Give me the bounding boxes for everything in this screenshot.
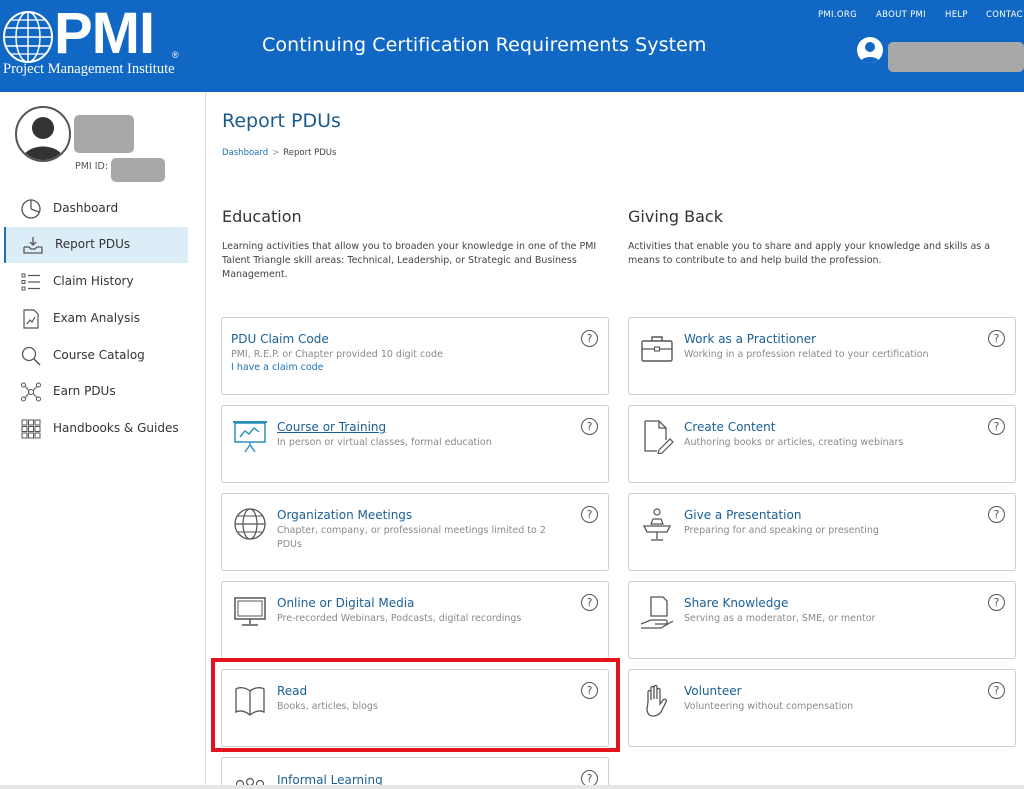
help-icon[interactable]: ? — [988, 682, 1005, 699]
top-nav-pmi-org[interactable]: PMI.ORG — [818, 10, 857, 20]
sidebar-item-earn-pdus[interactable]: Earn PDUs — [4, 374, 188, 410]
card-create-content[interactable]: Create Content Authoring books or articl… — [628, 405, 1016, 483]
sidebar: PMI ID: Dashboard Report PDUs Claim Hist… — [0, 92, 206, 789]
network-icon — [21, 382, 41, 402]
page-title: Report PDUs — [222, 110, 341, 132]
card-title: Create Content — [684, 420, 776, 434]
card-title: Give a Presentation — [684, 508, 802, 522]
logo-registered-mark: ® — [172, 50, 179, 60]
sidebar-item-handbooks-guides[interactable]: Handbooks & Guides — [4, 411, 188, 447]
globe-icon — [234, 508, 266, 540]
sidebar-item-label: Report PDUs — [55, 237, 131, 251]
sidebar-item-label: Earn PDUs — [53, 384, 116, 398]
card-description: Chapter, company, or professional meetin… — [277, 525, 546, 550]
sidebar-item-report-pdus[interactable]: Report PDUs — [4, 227, 188, 263]
document-chart-icon — [23, 309, 39, 329]
sidebar-item-claim-history[interactable]: Claim History — [4, 264, 188, 300]
help-icon[interactable]: ? — [988, 506, 1005, 523]
sidebar-item-label: Course Catalog — [53, 348, 145, 362]
card-description: Working in a profession related to your … — [684, 349, 929, 360]
podium-icon — [642, 508, 672, 541]
logo-subtitle: Project Management Institute — [3, 61, 175, 77]
app-header: PMI ® Project Management Institute Conti… — [0, 0, 1024, 92]
redacted-username — [888, 42, 1024, 72]
profile-avatar[interactable] — [15, 106, 71, 162]
card-share-knowledge[interactable]: Share Knowledge Serving as a moderator, … — [628, 581, 1016, 659]
magnifier-icon — [21, 346, 41, 366]
help-icon[interactable]: ? — [988, 418, 1005, 435]
help-icon[interactable]: ? — [581, 418, 598, 435]
card-title: Volunteer — [684, 684, 742, 698]
card-description: Volunteering without compensation — [684, 701, 854, 712]
inbox-download-icon — [23, 237, 43, 254]
giving-back-section-description: Activities that enable you to share and … — [628, 241, 991, 266]
document-pen-icon — [644, 420, 674, 454]
help-icon[interactable]: ? — [988, 594, 1005, 611]
breadcrumb-current: Report PDUs — [283, 148, 337, 158]
sidebar-item-label: Handbooks & Guides — [53, 421, 179, 435]
help-icon[interactable]: ? — [581, 506, 598, 523]
app-title: Continuing Certification Requirements Sy… — [262, 34, 707, 56]
breadcrumb: Dashboard > Report PDUs — [222, 148, 336, 158]
help-icon[interactable]: ? — [988, 330, 1005, 347]
card-course-or-training[interactable]: Course or Training In person or virtual … — [221, 405, 609, 483]
card-title: Online or Digital Media — [277, 596, 415, 610]
user-avatar-icon[interactable] — [857, 37, 883, 63]
giving-back-section-title: Giving Back — [628, 207, 723, 226]
breadcrumb-dashboard-link[interactable]: Dashboard — [222, 148, 268, 158]
presentation-board-icon — [233, 421, 267, 453]
pmi-id-label: PMI ID: — [75, 161, 109, 172]
card-description: Preparing for and speaking or presenting — [684, 525, 879, 536]
pie-chart-icon — [21, 199, 41, 219]
monitor-icon — [234, 597, 266, 626]
top-nav-about-pmi[interactable]: ABOUT PMI — [876, 10, 926, 20]
top-nav-contact[interactable]: CONTAC — [986, 10, 1023, 20]
card-description: Authoring books or articles, creating we… — [684, 437, 904, 448]
briefcase-icon — [641, 336, 673, 362]
sidebar-item-dashboard[interactable]: Dashboard — [4, 191, 188, 227]
card-title: Share Knowledge — [684, 596, 789, 610]
list-icon — [21, 273, 40, 291]
education-section-title: Education — [222, 207, 302, 226]
hand-document-icon — [640, 596, 674, 629]
card-title: Organization Meetings — [277, 508, 413, 522]
bottom-edge — [0, 785, 1024, 789]
grid-icon — [21, 419, 41, 439]
sidebar-item-label: Dashboard — [53, 201, 119, 215]
card-description: Pre-recorded Webinars, Podcasts, digital… — [277, 613, 522, 624]
raised-hand-icon — [646, 684, 667, 717]
card-organization-meetings[interactable]: Organization Meetings Chapter, company, … — [221, 493, 609, 571]
redacted-pmi-id — [111, 158, 165, 182]
claim-code-link[interactable]: I have a claim code — [231, 362, 324, 373]
card-online-or-digital-media[interactable]: Online or Digital Media Pre-recorded Web… — [221, 581, 609, 659]
breadcrumb-separator: > — [272, 148, 280, 158]
sidebar-item-exam-analysis[interactable]: Exam Analysis — [4, 301, 188, 337]
help-icon[interactable]: ? — [581, 594, 598, 611]
card-title: Work as a Practitioner — [684, 332, 817, 346]
card-title: PDU Claim Code — [231, 332, 329, 346]
top-nav-help[interactable]: HELP — [945, 10, 968, 20]
red-highlight-box — [211, 658, 620, 752]
sidebar-item-course-catalog[interactable]: Course Catalog — [4, 338, 188, 374]
education-section-description: Learning activities that allow you to br… — [222, 241, 597, 280]
redacted-name — [74, 115, 134, 153]
card-description: Serving as a moderator, SME, or mentor — [684, 613, 876, 624]
card-volunteer[interactable]: Volunteer Volunteering without compensat… — [628, 669, 1016, 747]
sidebar-item-label: Exam Analysis — [53, 311, 140, 325]
sidebar-item-label: Claim History — [53, 274, 134, 288]
card-pdu-claim-code[interactable]: PDU Claim Code PMI, R.E.P. or Chapter pr… — [221, 317, 609, 395]
help-icon[interactable]: ? — [581, 330, 598, 347]
top-nav: PMI.ORG ABOUT PMI HELP CONTAC — [0, 10, 1024, 24]
card-description: In person or virtual classes, formal edu… — [277, 437, 492, 448]
card-work-as-a-practitioner[interactable]: Work as a Practitioner Working in a prof… — [628, 317, 1016, 395]
card-title: Course or Training — [277, 420, 387, 434]
card-description: PMI, R.E.P. or Chapter provided 10 digit… — [231, 349, 443, 360]
card-give-a-presentation[interactable]: Give a Presentation Preparing for and sp… — [628, 493, 1016, 571]
